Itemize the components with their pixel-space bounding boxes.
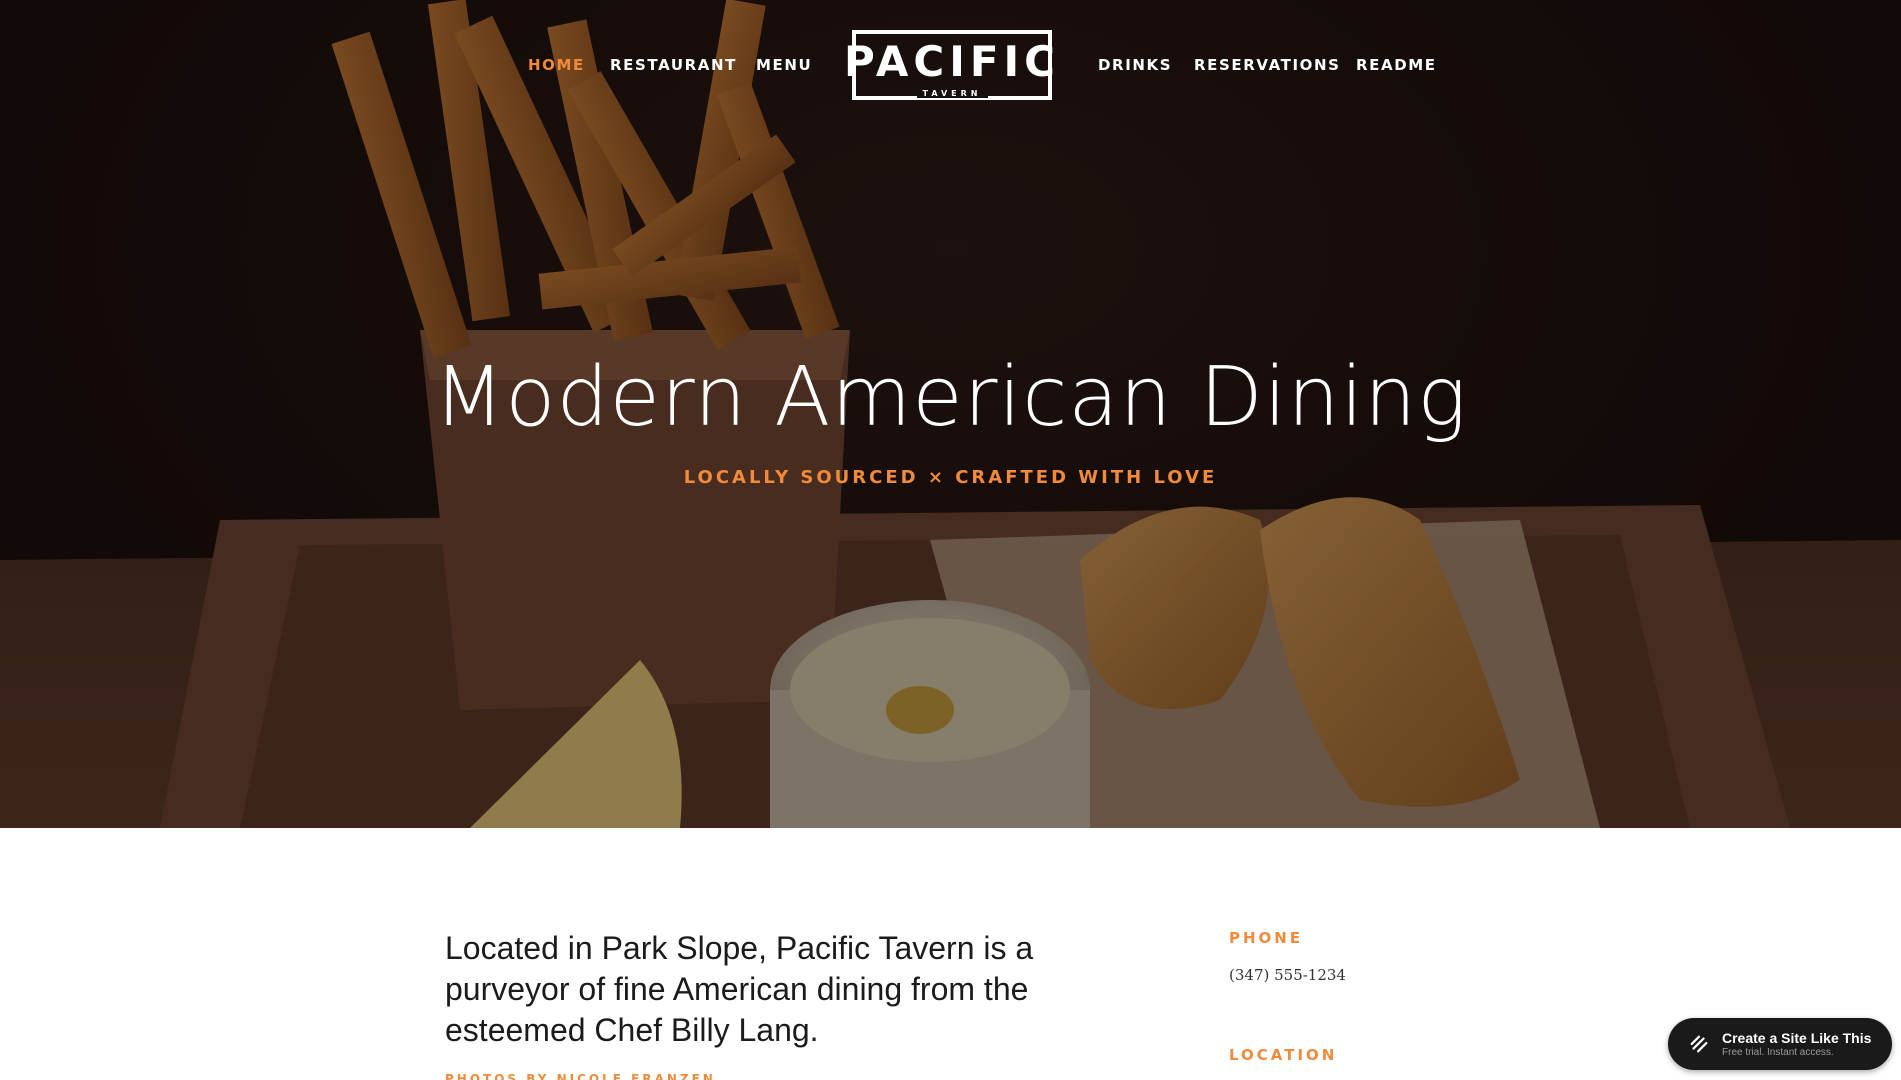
location-label: LOCATION — [1229, 1046, 1338, 1064]
intro-text: Located in Park Slope, Pacific Tavern is… — [445, 930, 1034, 1048]
phone-label: PHONE — [1229, 929, 1304, 947]
badge-title: Create a Site Like This — [1722, 1030, 1872, 1046]
hero-title: Modern American Dining — [433, 350, 1468, 445]
site-logo[interactable]: PACIFIC TAVERN — [844, 30, 1055, 100]
nav-item-home[interactable]: HOME — [528, 56, 585, 74]
nav-item-drinks[interactable]: DRINKS — [1098, 56, 1172, 74]
phone-number[interactable]: (347) 555-1234 — [1229, 966, 1346, 984]
nav-item-reservations[interactable]: RESERVATIONS — [1194, 56, 1341, 74]
badge-subtitle: Free trial. Instant access. — [1722, 1047, 1834, 1058]
nav-item-menu[interactable]: MENU — [756, 56, 812, 74]
intro-section: Located in Park Slope, Pacific Tavern is… — [0, 828, 1901, 1080]
nav-item-readme[interactable]: README — [1356, 56, 1437, 74]
hero-subtitle: LOCALLY SOURCED × CRAFTED WITH LOVE — [683, 467, 1218, 488]
logo-subtitle: TAVERN — [916, 89, 988, 98]
hero-section: HOME RESTAURANT MENU PACIFIC TAVERN DRIN… — [0, 0, 1901, 828]
create-site-badge[interactable]: Create a Site Like This Free trial. Inst… — [1668, 1018, 1892, 1070]
main-nav: HOME RESTAURANT MENU PACIFIC TAVERN DRIN… — [0, 0, 1901, 130]
logo-title: PACIFIC — [843, 37, 1061, 86]
nav-item-restaurant[interactable]: RESTAURANT — [610, 56, 737, 74]
squarespace-icon — [1690, 1035, 1708, 1053]
photo-credit[interactable]: PHOTOS BY NICOLE FRANZEN — [445, 1072, 716, 1080]
